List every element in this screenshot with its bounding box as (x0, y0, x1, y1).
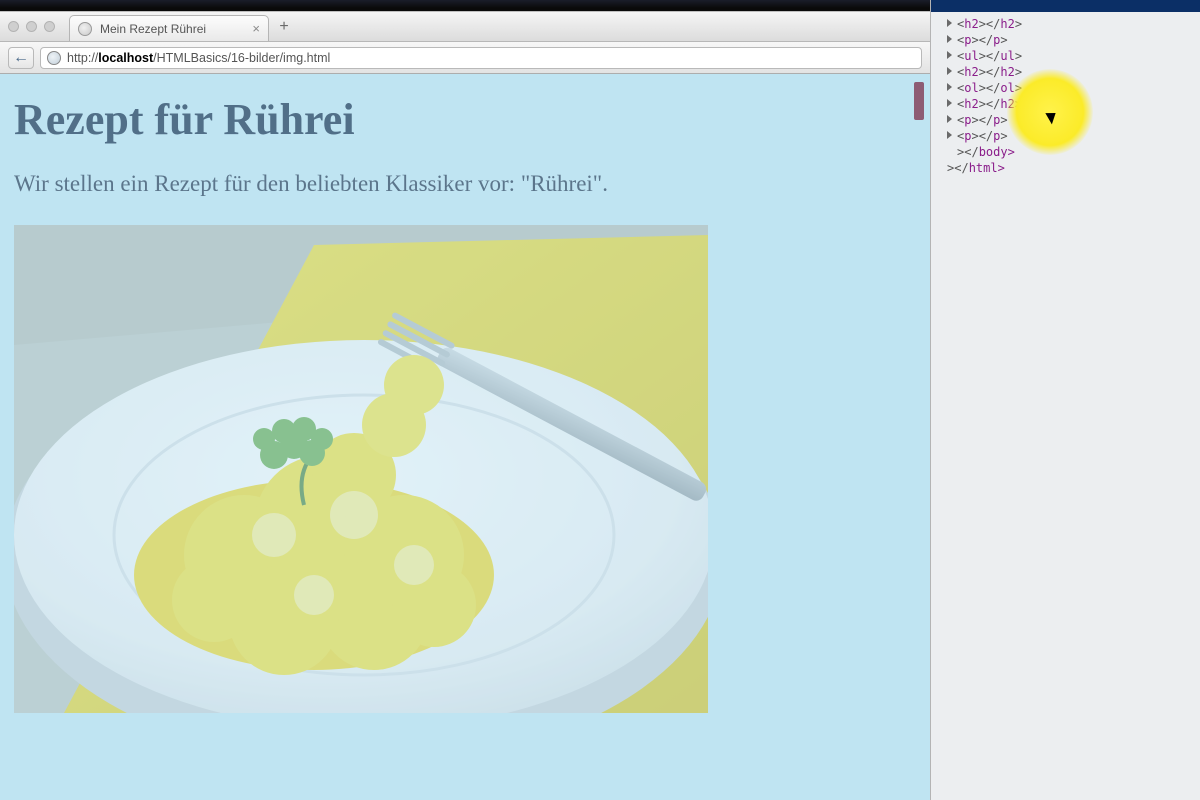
dom-node[interactable]: <p></p> (937, 112, 1200, 128)
screen-edge-marker (914, 82, 924, 120)
dom-tree[interactable]: <h2></h2><p></p><ul></ul><h2></h2><ol></… (931, 12, 1200, 176)
page-intro: Wir stellen ein Rezept für den beliebten… (14, 171, 916, 197)
expand-icon[interactable] (947, 51, 952, 59)
recipe-image (14, 225, 708, 713)
dom-node[interactable]: <h2></h2> (937, 16, 1200, 32)
dom-node-close: ></html> (937, 160, 1200, 176)
browser-window: Mein Rezept Rührei × + ← http://localhos… (0, 12, 930, 800)
dom-node[interactable]: <ol></ol> (937, 80, 1200, 96)
dom-node-close: ></body> (937, 144, 1200, 160)
favicon-icon (78, 22, 92, 36)
expand-icon[interactable] (947, 67, 952, 75)
dom-node[interactable]: <h2></h2> (937, 64, 1200, 80)
expand-icon[interactable] (947, 19, 952, 27)
close-window-icon[interactable] (8, 21, 19, 32)
devtools-panel: <h2></h2><p></p><ul></ul><h2></h2><ol></… (930, 0, 1200, 800)
tab-title: Mein Rezept Rührei (100, 22, 206, 36)
expand-icon[interactable] (947, 35, 952, 43)
expand-icon[interactable] (947, 83, 952, 91)
dom-node[interactable]: <ul></ul> (937, 48, 1200, 64)
minimize-window-icon[interactable] (26, 21, 37, 32)
expand-icon[interactable] (947, 99, 952, 107)
page-body: Rezept für Rührei Wir stellen ein Rezept… (0, 74, 930, 800)
url-path: /HTMLBasics/16-bilder/img.html (153, 51, 330, 65)
url-text: http://localhost/HTMLBasics/16-bilder/im… (67, 51, 330, 65)
devtools-header (931, 0, 1200, 12)
viewport: Rezept für Rührei Wir stellen ein Rezept… (0, 74, 930, 800)
url-bar[interactable]: http://localhost/HTMLBasics/16-bilder/im… (40, 47, 922, 69)
dom-node[interactable]: <p></p> (937, 128, 1200, 144)
tab-close-icon[interactable]: × (252, 22, 260, 35)
window-controls (8, 21, 55, 32)
dom-node[interactable]: <p></p> (937, 32, 1200, 48)
back-button[interactable]: ← (8, 47, 34, 69)
new-tab-button[interactable]: + (273, 17, 295, 37)
expand-icon[interactable] (947, 115, 952, 123)
url-host: localhost (98, 51, 153, 65)
expand-icon[interactable] (947, 131, 952, 139)
toolbar: ← http://localhost/HTMLBasics/16-bilder/… (0, 42, 930, 74)
page-heading: Rezept für Rührei (14, 94, 916, 145)
dom-node[interactable]: <h2></h2> (937, 96, 1200, 112)
url-prefix: http:// (67, 51, 98, 65)
tab-bar: Mein Rezept Rührei × + (0, 12, 930, 42)
globe-icon (47, 51, 61, 65)
zoom-window-icon[interactable] (44, 21, 55, 32)
browser-tab[interactable]: Mein Rezept Rührei × (69, 15, 269, 41)
